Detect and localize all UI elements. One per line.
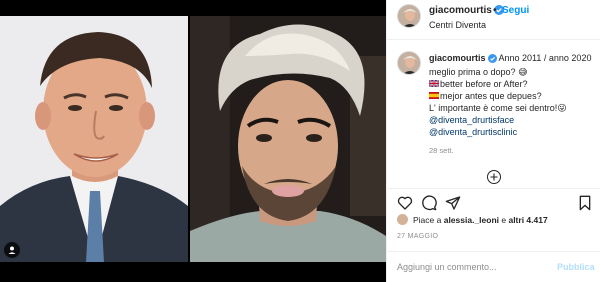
photo-before (0, 16, 188, 262)
photo-after (190, 16, 386, 262)
caption-line2: better before or After? (440, 79, 528, 89)
action-bar (387, 188, 600, 216)
caption: giacomourtis Anno 2011 / anno 2020 megli… (387, 48, 600, 188)
comment-icon[interactable] (421, 195, 437, 211)
user-tag-icon[interactable] (4, 242, 20, 258)
liker-avatar (397, 214, 408, 225)
mention-link[interactable]: @diventa_drurtisclinic (429, 126, 594, 138)
comment-input[interactable] (397, 260, 547, 274)
caption-line3: mejor antes que depues? (440, 91, 542, 101)
verified-icon (487, 54, 497, 66)
mention-link[interactable]: @diventa_drurtisface (429, 114, 594, 126)
caption-time: 28 sett. (429, 146, 454, 155)
location-link[interactable]: Centri Diventa (429, 20, 486, 30)
caption-text: giacomourtis Anno 2011 / anno 2020 megli… (428, 52, 594, 138)
uk-flag-icon (428, 78, 440, 88)
likes-summary[interactable]: Piace a alessia._leoni e altri 4.417 (397, 214, 597, 228)
separator-dot: • (493, 5, 497, 16)
comment-bar: Pubblica (387, 251, 600, 282)
avatar[interactable] (397, 4, 421, 28)
caption-emoji: 😅 (518, 67, 528, 77)
caption-emoji-end: 😜 (557, 103, 567, 113)
post-date: 27 MAGGIO (397, 233, 439, 240)
caption-line4: L' importante è come sei dentro! (429, 103, 558, 113)
post-panel: giacomourtis • Segui Centri Diventa giac… (386, 0, 600, 282)
follow-button[interactable]: Segui (502, 5, 529, 16)
caption-username[interactable]: giacomourtis (429, 53, 486, 63)
caption-avatar[interactable] (397, 51, 421, 75)
publish-button[interactable]: Pubblica (557, 262, 595, 272)
post-header: giacomourtis • Segui Centri Diventa (387, 0, 600, 40)
bookmark-icon[interactable] (577, 195, 593, 211)
spain-flag-icon (429, 90, 439, 99)
heart-icon[interactable] (397, 195, 413, 211)
share-icon[interactable] (445, 195, 461, 211)
likes-text: Piace a alessia._leoni e altri 4.417 (413, 215, 548, 225)
plus-circle-icon[interactable] (487, 170, 501, 184)
post-media[interactable] (0, 0, 386, 282)
